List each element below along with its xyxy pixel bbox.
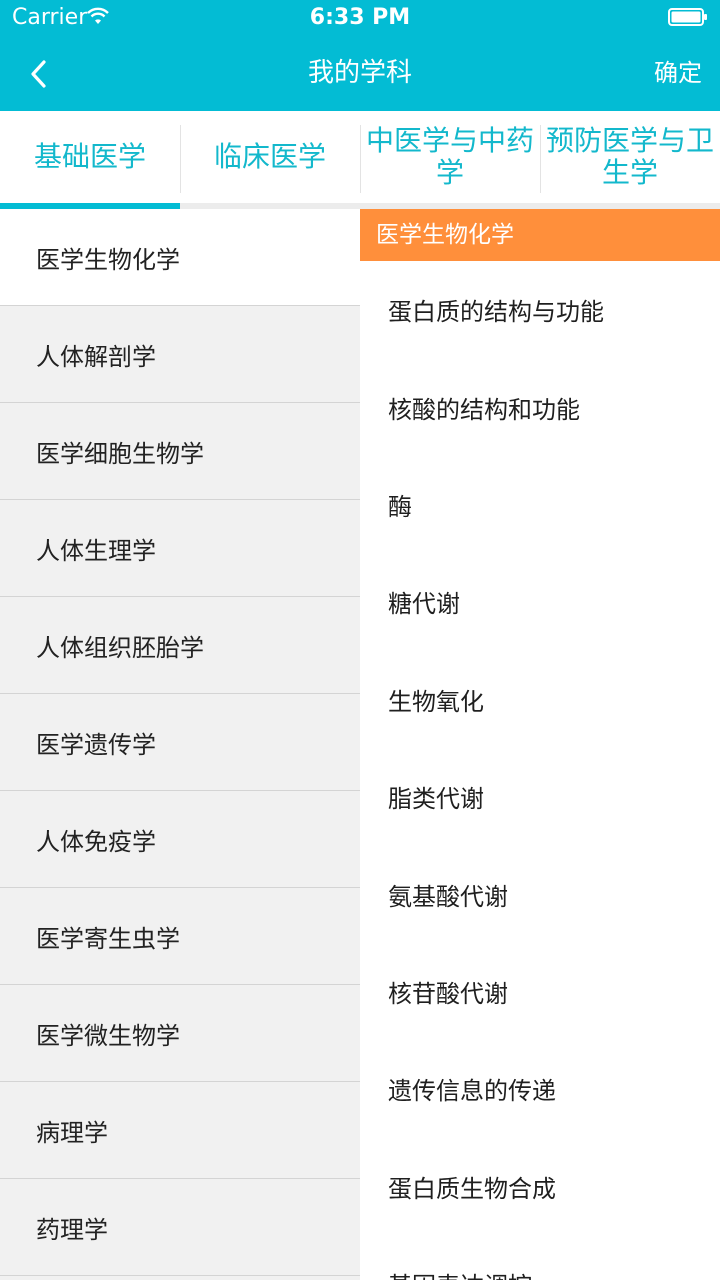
subject-item-histology[interactable]: 人体组织胚胎学	[0, 597, 360, 694]
chapter-item[interactable]: 蛋白质生物合成	[360, 1138, 720, 1235]
subject-item-biochemistry[interactable]: 医学生物化学	[0, 209, 360, 306]
confirm-button[interactable]: 确定	[654, 36, 702, 111]
subject-item-pathology[interactable]: 病理学	[0, 1082, 360, 1179]
category-tabs: 基础医学 临床医学 中医学与中药学 预防医学与卫生学	[0, 111, 720, 203]
status-time: 6:33 PM	[309, 5, 411, 30]
subject-item-pharmacology[interactable]: 药理学	[0, 1179, 360, 1276]
chapter-item[interactable]: 氨基酸代谢	[360, 845, 720, 942]
subject-list: 医学生物化学 人体解剖学 医学细胞生物学 人体生理学 人体组织胚胎学 医学遗传学…	[0, 209, 360, 1280]
tab-basic-medicine[interactable]: 基础医学	[0, 111, 180, 203]
subject-item-cell-biology[interactable]: 医学细胞生物学	[0, 403, 360, 500]
chapter-item[interactable]: 脂类代谢	[360, 748, 720, 845]
chapter-item[interactable]: 酶	[360, 456, 720, 553]
subject-item-immunology[interactable]: 人体免疫学	[0, 791, 360, 888]
subject-item-microbiology[interactable]: 医学微生物学	[0, 985, 360, 1082]
subject-item-parasitology[interactable]: 医学寄生虫学	[0, 888, 360, 985]
chapter-item[interactable]: 生物氧化	[360, 651, 720, 748]
page-title: 我的学科	[307, 58, 412, 88]
chapter-item[interactable]: 核苷酸代谢	[360, 943, 720, 1040]
header: Carrier 6:33 PM 我的学科 确定	[0, 0, 720, 111]
tab-clinical-medicine[interactable]: 临床医学	[180, 111, 360, 203]
chapter-panel: 医学生物化学 蛋白质的结构与功能 核酸的结构和功能 酶 糖代谢 生物氧化 脂类代…	[360, 209, 720, 1280]
tab-preventive-medicine[interactable]: 预防医学与卫生学	[540, 111, 720, 203]
chapter-item[interactable]: 糖代谢	[360, 553, 720, 650]
status-bar: Carrier 6:33 PM	[0, 0, 720, 36]
battery-icon	[668, 8, 707, 26]
subject-item-physiology[interactable]: 人体生理学	[0, 500, 360, 597]
chapter-item[interactable]: 遗传信息的传递	[360, 1040, 720, 1137]
chapter-item[interactable]: 基因表达调控	[360, 1235, 720, 1280]
chevron-left-icon	[31, 60, 46, 88]
chapter-item[interactable]: 核酸的结构和功能	[360, 358, 720, 455]
back-button[interactable]	[18, 52, 58, 96]
subject-item-anatomy[interactable]: 人体解剖学	[0, 306, 360, 403]
subject-item-genetics[interactable]: 医学遗传学	[0, 694, 360, 791]
chapter-header: 医学生物化学	[360, 209, 720, 261]
chapter-item[interactable]: 蛋白质的结构与功能	[360, 261, 720, 358]
tab-chinese-medicine[interactable]: 中医学与中药学	[360, 111, 540, 203]
nav-bar: 我的学科 确定	[0, 36, 720, 111]
